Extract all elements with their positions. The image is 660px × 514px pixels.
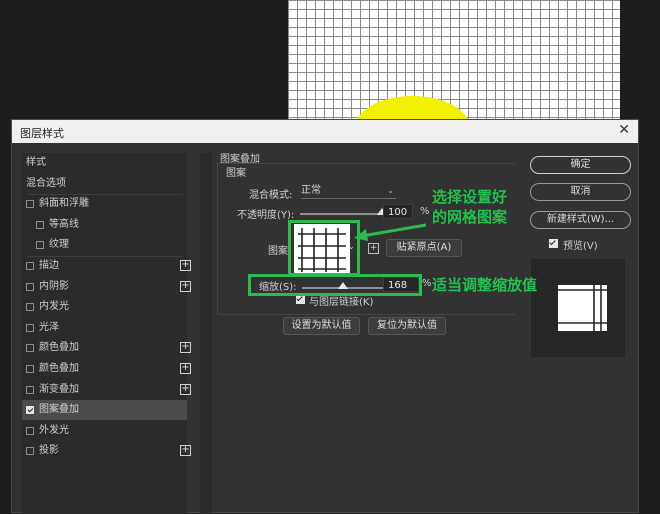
opacity-percent: %	[420, 206, 430, 217]
new-style-button[interactable]: 新建样式(W)...	[530, 211, 631, 229]
style-item[interactable]: 斜面和浮雕	[22, 194, 187, 214]
style-item-label: 渐变叠加	[39, 383, 79, 395]
panel-divider	[200, 153, 212, 514]
add-effect-icon[interactable]: +	[180, 280, 191, 292]
style-item-label: 内发光	[39, 301, 69, 313]
style-item-checkbox[interactable]	[26, 426, 34, 435]
style-item-label: 投影	[39, 445, 59, 457]
style-item-label: 样式	[26, 157, 46, 168]
scale-annotation: 适当调整缩放值	[432, 276, 538, 294]
style-item-checkbox[interactable]	[26, 282, 34, 291]
window-title: 图层样式	[20, 127, 64, 140]
group-title: 图案	[226, 168, 246, 179]
add-effect-icon[interactable]: +	[180, 363, 191, 374]
style-item[interactable]: 颜色叠加 +	[22, 338, 191, 358]
style-item[interactable]: 内发光	[22, 297, 187, 317]
styles-list: 样式 混合选项 斜面和浮雕 等高线 纹理 描边 + 内阴影 + 内发光 光泽 颜色叠加 + 颜色叠加 + 渐变…	[22, 153, 191, 514]
opacity-label: 不透明度(Y):	[237, 210, 295, 221]
style-item-label: 颜色叠加	[39, 363, 79, 374]
cancel-button[interactable]: 取消	[530, 183, 631, 201]
style-item[interactable]: 颜色叠加 +	[22, 359, 191, 379]
new-preset-icon[interactable]: +	[368, 243, 379, 254]
style-item[interactable]: 图案叠加	[22, 400, 187, 421]
style-item-label: 外发光	[39, 424, 69, 436]
style-item-checkbox[interactable]	[36, 220, 44, 229]
style-item[interactable]: 等高线	[22, 215, 187, 235]
style-item-label: 等高线	[49, 218, 79, 230]
style-item-checkbox[interactable]	[26, 385, 34, 394]
arrow-icon	[354, 223, 427, 241]
canvas-grid	[288, 0, 620, 121]
style-item-checkbox[interactable]	[36, 241, 44, 250]
pattern-annotation-line2: 的网格图案	[432, 208, 508, 226]
style-item[interactable]: 样式	[22, 153, 187, 173]
opacity-input[interactable]: 100	[383, 204, 413, 219]
scale-highlight-box	[248, 274, 422, 296]
pattern-label: 图案	[268, 246, 288, 257]
style-item-label: 斜面和浮雕	[39, 198, 89, 210]
chevron-down-icon: ⌄	[387, 186, 394, 195]
style-item-label: 图案叠加	[39, 404, 79, 416]
preview-checkbox[interactable]	[549, 239, 558, 248]
style-item-checkbox[interactable]	[26, 323, 34, 332]
blend-mode-label: 混合模式:	[249, 190, 293, 201]
preview-thumbnail	[558, 285, 607, 331]
add-effect-icon[interactable]: +	[180, 260, 191, 271]
add-effect-icon[interactable]: +	[180, 383, 191, 395]
style-item[interactable]: 外发光	[22, 421, 187, 441]
preview-label: 预览(V)	[563, 241, 598, 252]
style-item-checkbox[interactable]	[26, 262, 34, 270]
opacity-slider[interactable]	[300, 213, 382, 215]
style-item-label: 光泽	[39, 321, 59, 333]
add-effect-icon[interactable]: +	[180, 445, 191, 457]
style-item-label: 混合选项	[26, 177, 66, 189]
blend-mode-value: 正常	[301, 185, 321, 196]
blend-mode-select[interactable]: 正常 ⌄	[301, 184, 396, 199]
style-preview	[531, 259, 625, 357]
style-item-checkbox[interactable]	[26, 447, 34, 456]
style-item-label: 描边	[39, 260, 59, 271]
title-bar: 图层样式 ✕	[12, 120, 638, 143]
make-default-button[interactable]: 设置为默认值	[283, 317, 360, 335]
add-effect-icon[interactable]: +	[180, 342, 191, 354]
reset-default-button[interactable]: 复位为默认值	[368, 317, 446, 335]
style-item-checkbox[interactable]	[26, 365, 34, 373]
style-item-checkbox[interactable]	[26, 406, 34, 415]
style-item-checkbox[interactable]	[26, 303, 34, 312]
style-item-checkbox[interactable]	[26, 200, 34, 209]
link-with-layer-checkbox[interactable]	[296, 295, 305, 304]
layer-style-dialog: 图层样式 ✕ 样式混合选项斜面和浮雕等高线纹理描边 + 内阴影 + 内发光光泽颜色叠加 +…	[11, 119, 639, 514]
style-item[interactable]: 投影 +	[22, 441, 191, 461]
pattern-annotation-line1: 选择设置好	[432, 188, 508, 206]
style-item-label: 内阴影	[39, 280, 69, 292]
style-item[interactable]: 混合选项	[22, 174, 187, 194]
pattern-highlight-box	[288, 220, 360, 276]
style-item[interactable]: 纹理	[22, 235, 187, 255]
style-item[interactable]: 光泽	[22, 318, 187, 338]
scale-percent: %	[422, 278, 432, 289]
style-item[interactable]: 内阴影 +	[22, 277, 191, 297]
style-item-label: 颜色叠加	[39, 342, 79, 354]
style-item[interactable]: 描边 +	[22, 256, 191, 276]
close-icon[interactable]: ✕	[618, 122, 630, 138]
style-item-label: 纹理	[49, 239, 69, 251]
style-item-checkbox[interactable]	[26, 344, 34, 353]
ok-button[interactable]: 确定	[530, 156, 631, 174]
style-item[interactable]: 渐变叠加 +	[22, 380, 191, 400]
